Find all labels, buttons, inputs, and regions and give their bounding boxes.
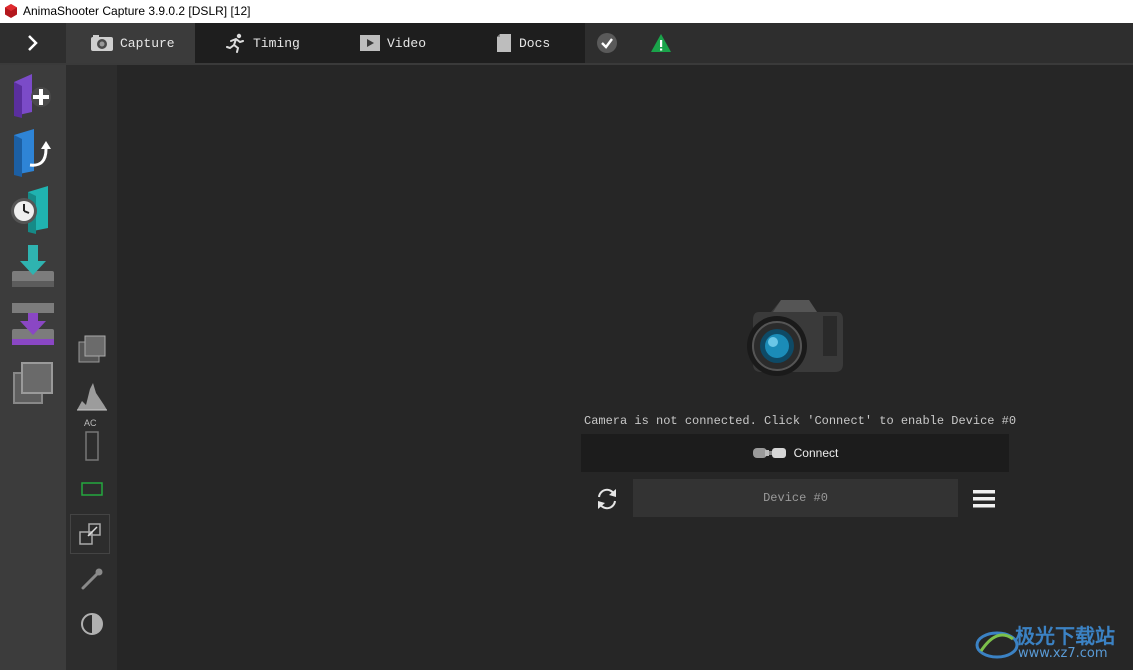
open-project-button[interactable] bbox=[8, 127, 58, 177]
warning-icon bbox=[651, 34, 671, 52]
histogram-button[interactable] bbox=[76, 379, 108, 411]
new-project-icon bbox=[14, 74, 51, 118]
watermark-url: www.xz7.com bbox=[1018, 646, 1108, 661]
document-icon bbox=[495, 33, 513, 53]
open-project-icon bbox=[14, 129, 51, 177]
watermark-title: 极光下载站 bbox=[1015, 624, 1115, 648]
chevron-right-icon bbox=[28, 35, 38, 51]
contrast-icon bbox=[81, 613, 103, 635]
eyedropper-icon bbox=[81, 568, 103, 590]
app-logo-icon bbox=[5, 4, 17, 18]
running-man-icon bbox=[225, 33, 247, 53]
window-title: AnimaShooter Capture 3.9.0.2 [DSLR] [12] bbox=[23, 4, 251, 18]
tab-timing[interactable]: Timing bbox=[195, 23, 327, 63]
frame-rect-icon bbox=[81, 482, 103, 496]
recent-project-icon bbox=[11, 186, 48, 234]
contrast-button[interactable] bbox=[76, 608, 108, 640]
top-toolbar: Capture Timing Video Docs bbox=[0, 23, 1133, 65]
camera-icon bbox=[90, 34, 114, 52]
tab-label: Timing bbox=[253, 35, 300, 51]
ac-label: AC bbox=[84, 418, 97, 428]
camera-status-message: Camera is not connected. Click 'Connect'… bbox=[584, 414, 1017, 428]
dslr-camera-icon bbox=[747, 300, 843, 376]
capture-view bbox=[117, 65, 1133, 670]
import-icon bbox=[12, 245, 54, 287]
play-icon bbox=[359, 34, 381, 52]
ac-meter[interactable] bbox=[76, 430, 108, 462]
eyedropper-button[interactable] bbox=[76, 563, 108, 595]
tab-label: Video bbox=[387, 35, 427, 51]
check-icon bbox=[597, 33, 617, 53]
refresh-devices-button[interactable] bbox=[590, 483, 624, 515]
expand-sidebar-button[interactable] bbox=[0, 23, 66, 63]
status-warning[interactable] bbox=[648, 30, 674, 56]
windows-icon bbox=[13, 362, 53, 404]
tab-label: Capture bbox=[120, 35, 175, 51]
device-selector[interactable]: Device #0 bbox=[633, 479, 958, 517]
tab-docs[interactable]: Docs bbox=[457, 23, 585, 63]
hamburger-menu-icon bbox=[973, 490, 995, 508]
export-button[interactable] bbox=[8, 301, 58, 351]
windows-button[interactable] bbox=[8, 359, 58, 409]
ac-meter-icon bbox=[85, 431, 99, 461]
recent-project-button[interactable] bbox=[8, 184, 58, 234]
import-button[interactable] bbox=[8, 243, 58, 293]
plug-icon bbox=[752, 445, 790, 461]
resize-icon bbox=[79, 523, 101, 545]
status-check[interactable] bbox=[594, 30, 620, 56]
overlay-button[interactable] bbox=[76, 333, 108, 365]
tool-strip: AC bbox=[66, 65, 117, 670]
new-project-button[interactable] bbox=[8, 70, 58, 120]
frame-rect-button[interactable] bbox=[76, 473, 108, 505]
tab-capture[interactable]: Capture bbox=[66, 23, 195, 63]
export-icon bbox=[12, 303, 54, 345]
resize-button[interactable] bbox=[70, 514, 110, 554]
window-titlebar: AnimaShooter Capture 3.9.0.2 [DSLR] [12] bbox=[0, 0, 1133, 23]
overlay-icon bbox=[78, 335, 106, 363]
tab-video[interactable]: Video bbox=[327, 23, 457, 63]
histogram-icon bbox=[77, 383, 107, 411]
left-sidebar bbox=[0, 65, 66, 670]
connect-label: Connect bbox=[793, 446, 839, 460]
tab-label: Docs bbox=[519, 35, 551, 51]
connect-button[interactable]: Connect bbox=[581, 434, 1009, 472]
refresh-icon bbox=[598, 488, 616, 510]
device-menu-button[interactable] bbox=[967, 483, 1001, 515]
